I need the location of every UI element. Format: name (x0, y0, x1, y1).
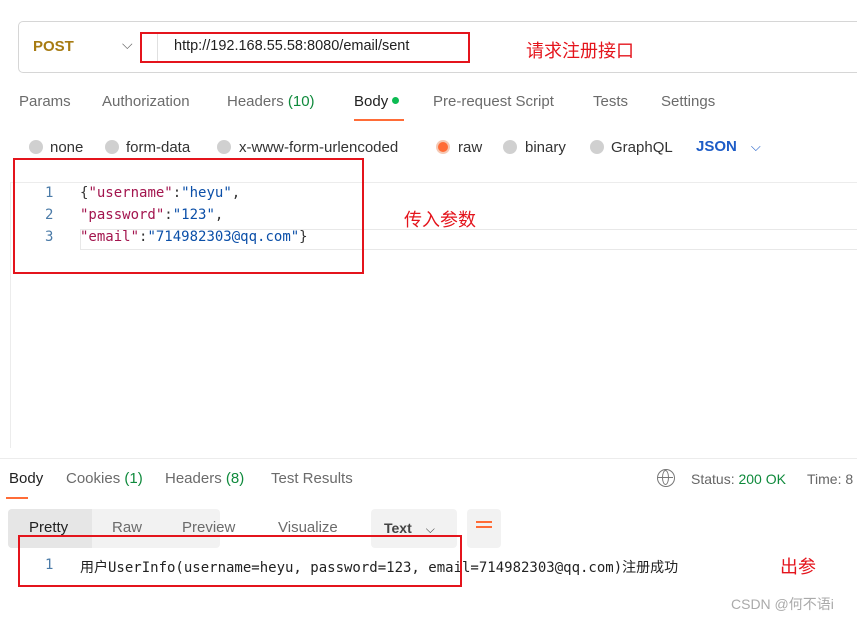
watermark: CSDN @何不语i (731, 596, 834, 612)
radio-form-data[interactable] (105, 140, 119, 154)
annotation-box-url (140, 32, 470, 63)
radio-label-form-data[interactable]: form-data (126, 139, 190, 156)
radio-binary[interactable] (503, 140, 517, 154)
annotation-response: 出参 (780, 557, 816, 577)
radio-label-binary[interactable]: binary (525, 139, 566, 156)
editor-left-border (10, 182, 11, 448)
status-readout: Status: 200 OK (691, 471, 786, 487)
globe-icon[interactable] (657, 469, 675, 487)
method-select[interactable]: POST (33, 38, 74, 55)
response-tab-body[interactable]: Body (9, 470, 43, 487)
radio-label-raw[interactable]: raw (458, 139, 482, 156)
radio-label-graphql[interactable]: GraphQL (611, 139, 673, 156)
annotation-box-body (13, 158, 364, 274)
chevron-down-icon: ⌵ (425, 522, 435, 536)
tab-params[interactable]: Params (19, 93, 71, 110)
wrap-icon (476, 521, 492, 523)
modified-dot-icon (392, 97, 400, 104)
response-tab-headers[interactable]: Headers (8) (165, 470, 244, 487)
radio-x-www-form-urlencoded[interactable] (217, 140, 231, 154)
chevron-down-icon[interactable]: ⌵ (122, 36, 133, 53)
format-select[interactable]: JSON ⌵ (696, 138, 761, 155)
annotation-box-response (18, 535, 462, 587)
radio-label-none[interactable]: none (50, 139, 83, 156)
wrap-lines-button[interactable] (467, 509, 501, 548)
view-pretty[interactable]: Pretty (29, 519, 68, 536)
radio-none[interactable] (29, 140, 43, 154)
annotation-body: 传入参数 (404, 210, 476, 230)
annotation-url: 请求注册接口 (526, 41, 634, 61)
view-visualize[interactable]: Visualize (278, 519, 338, 536)
radio-graphql[interactable] (590, 140, 604, 154)
view-raw[interactable]: Raw (112, 519, 142, 536)
tab-pre-request-script[interactable]: Pre-request Script (433, 93, 554, 110)
tab-headers[interactable]: Headers (10) (227, 93, 315, 110)
tab-authorization[interactable]: Authorization (102, 93, 190, 110)
time-readout: Time: 8 (807, 471, 854, 487)
tab-tests[interactable]: Tests (593, 93, 628, 110)
active-tab-underline (6, 497, 28, 499)
radio-raw[interactable] (436, 140, 450, 154)
tab-body[interactable]: Body (354, 93, 400, 110)
view-preview[interactable]: Preview (182, 519, 235, 536)
panel-divider (0, 458, 857, 459)
radio-label-x-www-form-urlencoded[interactable]: x-www-form-urlencoded (239, 139, 398, 156)
response-tab-test-results[interactable]: Test Results (271, 470, 353, 487)
tab-settings[interactable]: Settings (661, 93, 715, 110)
response-tab-cookies[interactable]: Cookies (1) (66, 470, 143, 487)
chevron-down-icon: ⌵ (750, 139, 761, 154)
active-tab-underline (354, 119, 404, 121)
